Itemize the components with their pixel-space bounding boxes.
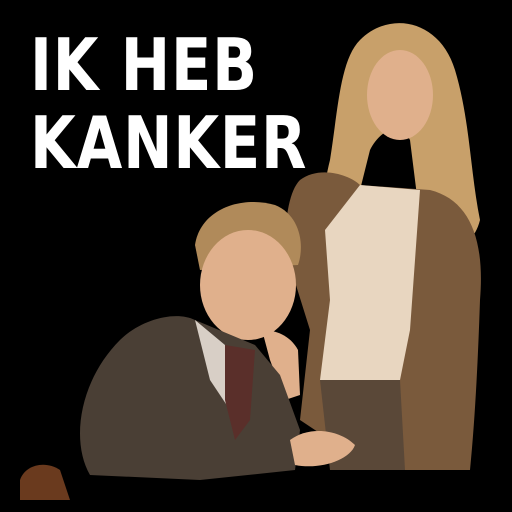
- sticker: IK HEB KANKER: [0, 0, 512, 512]
- chair: [20, 464, 70, 500]
- caption-line-2: KANKER: [30, 101, 308, 185]
- man-face: [200, 230, 296, 340]
- caption-text: IK HEB KANKER: [30, 23, 308, 185]
- woman-face: [367, 50, 433, 140]
- caption-line-1: IK HEB: [30, 23, 258, 107]
